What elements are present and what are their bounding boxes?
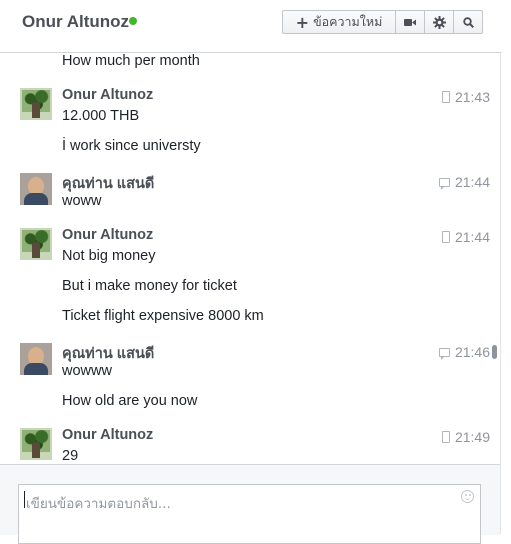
online-status-dot xyxy=(129,17,137,25)
sender-name[interactable]: Onur Altunoz xyxy=(62,427,153,443)
phone-icon xyxy=(441,231,450,243)
scrollbar-thumb[interactable] xyxy=(492,345,497,359)
timestamp-text: 21:49 xyxy=(454,429,490,445)
reply-input[interactable]: เขียนข้อความตอบกลับ... xyxy=(18,484,481,544)
video-call-button[interactable] xyxy=(395,10,425,34)
settings-button[interactable] xyxy=(424,10,454,34)
video-camera-icon xyxy=(404,18,416,26)
sender-name[interactable]: Onur Altunoz xyxy=(62,87,153,103)
plus-icon: + xyxy=(295,12,310,32)
text-caret xyxy=(24,491,25,508)
avatar[interactable] xyxy=(20,173,52,205)
timestamp-text: 21:43 xyxy=(454,89,490,105)
avatar[interactable] xyxy=(20,228,52,260)
message-text: 12.000 THB xyxy=(62,108,140,124)
contact-name[interactable]: Onur Altunoz xyxy=(22,12,129,32)
sender-name[interactable]: คุณท่าน แสนดี xyxy=(62,172,154,195)
phone-icon xyxy=(441,91,450,103)
avatar[interactable] xyxy=(20,343,52,375)
message-text: İ work since universty xyxy=(62,138,201,154)
message-text: How old are you now xyxy=(62,393,198,409)
chat-header: Onur Altunoz + ข้อความใหม่ xyxy=(0,0,502,53)
message-text: Not big money xyxy=(62,248,156,264)
message-text: 29 xyxy=(62,448,79,463)
message-timestamp: 21:49 xyxy=(441,429,490,445)
message-text: But i make money for ticket xyxy=(62,278,237,294)
message-text: How much per month xyxy=(62,53,200,69)
composer: เขียนข้อความตอบกลับ... xyxy=(0,464,500,544)
avatar[interactable] xyxy=(20,88,52,120)
search-button[interactable] xyxy=(453,10,483,34)
timestamp-text: 21:44 xyxy=(454,229,490,245)
search-icon xyxy=(462,16,474,28)
gear-icon xyxy=(432,15,446,29)
new-message-button[interactable]: + ข้อความใหม่ xyxy=(282,10,396,34)
timestamp-text: 21:46 xyxy=(454,344,490,360)
new-message-label: ข้อความใหม่ xyxy=(313,14,383,29)
sender-name[interactable]: Onur Altunoz xyxy=(62,227,153,243)
sender-name[interactable]: คุณท่าน แสนดี xyxy=(62,342,154,365)
panel-border xyxy=(500,0,501,534)
chat-icon xyxy=(438,177,450,190)
message-text: woww xyxy=(62,193,102,209)
chat-icon xyxy=(438,347,450,360)
message-timestamp: 21:44 xyxy=(438,174,490,190)
emoji-icon[interactable] xyxy=(461,490,474,503)
message-list[interactable]: How much per month Onur Altunoz 21:43 12… xyxy=(0,53,500,463)
phone-icon xyxy=(441,431,450,443)
message-timestamp: 21:43 xyxy=(441,89,490,105)
message-timestamp: 21:46 xyxy=(438,344,490,360)
message-text: Ticket flight expensive 8000 km xyxy=(62,308,264,324)
header-actions: + ข้อความใหม่ xyxy=(282,10,483,34)
timestamp-text: 21:44 xyxy=(454,174,490,190)
message-text: wowww xyxy=(62,363,112,379)
reply-placeholder: เขียนข้อความตอบกลับ... xyxy=(26,496,171,512)
message-timestamp: 21:44 xyxy=(441,229,490,245)
avatar[interactable] xyxy=(20,428,52,460)
